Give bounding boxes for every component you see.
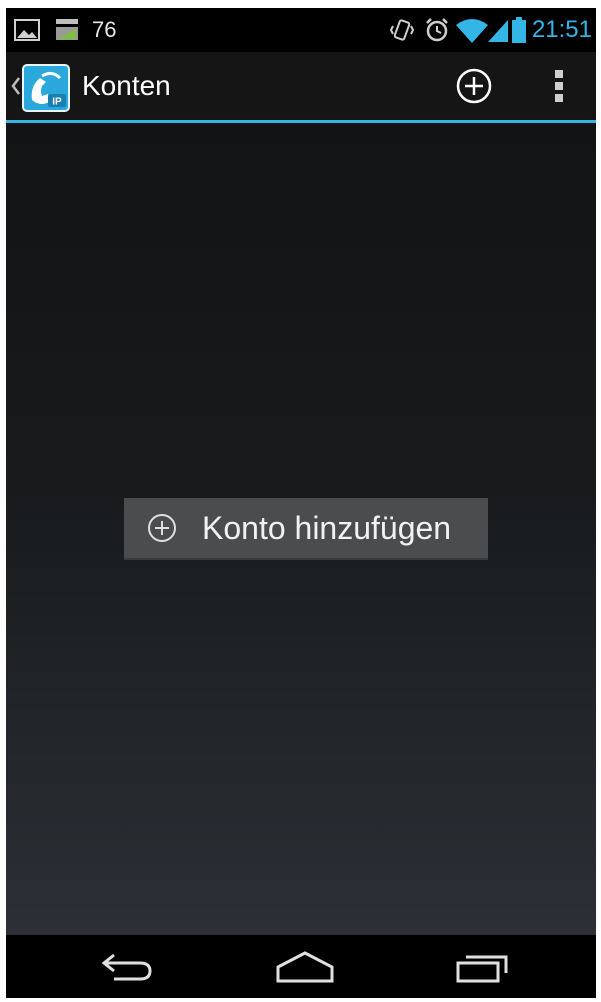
signal-icon	[487, 20, 508, 42]
phone-screen: 76 21:51 IP Konten Konto hinzufügen	[6, 8, 596, 998]
home-icon[interactable]	[274, 949, 336, 985]
navigation-bar	[6, 935, 596, 998]
wifi-icon	[455, 19, 488, 43]
notification-count: 76	[92, 17, 117, 42]
add-circle-icon	[148, 514, 176, 542]
recent-apps-icon[interactable]	[452, 949, 512, 985]
page-title: Konten	[82, 70, 171, 101]
action-bar: IP Konten	[6, 52, 596, 123]
battery-icon	[511, 17, 526, 43]
back-icon[interactable]	[98, 949, 156, 985]
status-bar: 76 21:51	[6, 8, 596, 52]
add-account-label: Konto hinzufügen	[202, 509, 452, 546]
app-icon-label: IP	[52, 97, 62, 108]
accounts-list-empty: Konto hinzufügen	[6, 123, 596, 935]
status-time: 21:51	[531, 16, 592, 43]
gallery-notification-icon	[14, 19, 40, 41]
overflow-menu-icon[interactable]	[544, 66, 574, 106]
alarm-icon	[426, 18, 448, 42]
data-usage-icon	[56, 19, 78, 40]
vibrate-icon	[389, 19, 414, 41]
add-icon[interactable]	[454, 66, 494, 106]
up-caret-icon[interactable]	[10, 74, 22, 98]
sip-phone-app-icon[interactable]: IP	[22, 64, 70, 112]
add-account-button[interactable]: Konto hinzufügen	[124, 498, 488, 560]
